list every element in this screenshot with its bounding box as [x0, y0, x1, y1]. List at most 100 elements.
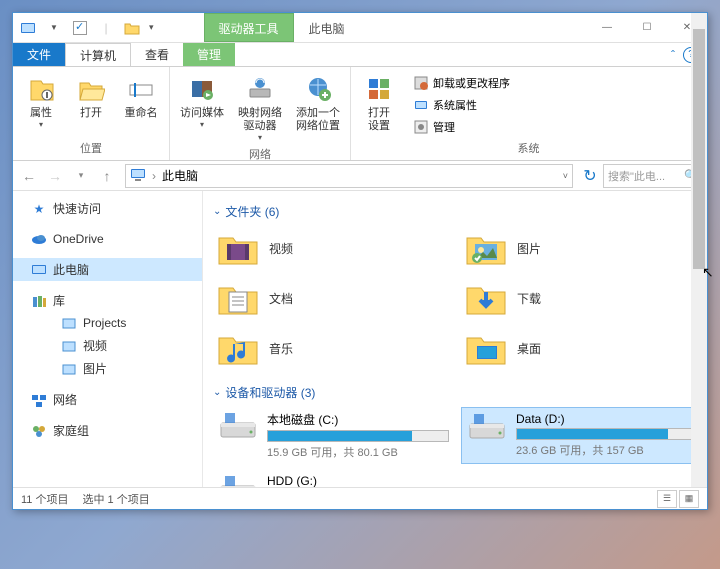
ribbon-system-properties-button[interactable]: 系统属性: [409, 95, 514, 115]
sidebar-item-homegroup[interactable]: 家庭组: [13, 419, 202, 442]
pictures-library-icon: [61, 361, 77, 377]
statusbar: 11 个项目 选中 1 个项目 ☰ ▦: [13, 487, 707, 509]
drive-usage-text: 23.6 GB 可用，共 157 GB: [516, 442, 696, 458]
folder-icon: [217, 230, 259, 266]
folder-icon: [217, 280, 259, 316]
ribbon-add-location-button[interactable]: 添加一个 网络位置: [294, 71, 342, 144]
system-menu-icon[interactable]: [17, 17, 39, 39]
ribbon-tabstrip: 文件 计算机 查看 管理 ˆ ?: [13, 43, 707, 67]
recent-locations-button[interactable]: ▾: [69, 164, 93, 188]
quick-access-toolbar: ▼ | ▾: [13, 17, 154, 39]
view-details-button[interactable]: ☰: [657, 490, 677, 508]
sidebar-item-network[interactable]: 网络: [13, 388, 202, 411]
up-button[interactable]: ↑: [95, 164, 119, 188]
tab-computer[interactable]: 计算机: [65, 43, 131, 66]
folder-icon: [465, 230, 507, 266]
settings-icon: [363, 73, 395, 105]
drive-item[interactable]: HDD (G:)502 GB 可用，共 833 GB: [213, 470, 453, 487]
minimize-button[interactable]: —: [587, 13, 627, 43]
qat-overflow-icon[interactable]: ▾: [149, 22, 154, 33]
manage-icon: [413, 119, 429, 135]
folder-label: 图片: [517, 240, 541, 257]
qat-dropdown-icon[interactable]: ▼: [43, 17, 65, 39]
ribbon-uninstall-button[interactable]: 卸载或更改程序: [409, 73, 514, 93]
folder-item-music[interactable]: 音乐: [213, 326, 453, 370]
maximize-button[interactable]: ☐: [627, 13, 667, 43]
search-input[interactable]: 搜索"此电...🔍: [603, 164, 703, 188]
ribbon-rename-button[interactable]: 重命名: [121, 71, 161, 138]
drive-usage-text: 15.9 GB 可用，共 80.1 GB: [267, 444, 449, 460]
ribbon-collapse-icon[interactable]: ˆ: [671, 48, 675, 62]
refresh-button[interactable]: ↻: [579, 166, 601, 186]
folder-icon: [217, 330, 259, 366]
ribbon-group-network: 访问媒体 ▾ 映射网络 驱动器 ▾ 添加一个 网络位置 网络: [170, 67, 351, 160]
drive-icon: [217, 474, 259, 487]
vertical-scrollbar[interactable]: [691, 191, 707, 487]
body: ★快速访问 OneDrive 此电脑 库 Projects 视频 图片 网络 家…: [13, 191, 707, 487]
breadcrumb-separator: ›: [152, 169, 156, 183]
chevron-down-icon: ⌄: [213, 387, 221, 398]
folder-label: 桌面: [517, 340, 541, 357]
libraries-icon: [31, 293, 47, 309]
explorer-window: ▼ | ▾ 驱动器工具 此电脑 — ☐ ✕ 文件 计算机 查看 管理 ˆ ?: [12, 12, 708, 510]
folder-label: 下载: [517, 290, 541, 307]
drive-icon: [217, 411, 259, 447]
status-item-count: 11 个项目: [21, 491, 68, 507]
ribbon-manage-button[interactable]: 管理: [409, 117, 514, 137]
star-icon: ★: [31, 201, 47, 217]
content-pane[interactable]: ⌄文件夹 (6) 视频 图片文档 下载音乐 桌面 ⌄设备和驱动器 (3) 本地磁盘 (…: [203, 191, 707, 487]
drive-item[interactable]: 本地磁盘 (C:) 15.9 GB 可用，共 80.1 GB: [213, 407, 453, 464]
onedrive-icon: [31, 231, 47, 247]
drive-item[interactable]: Data (D:)23.6 GB 可用，共 157 GB: [461, 407, 701, 464]
scrollbar-thumb[interactable]: [693, 191, 705, 269]
sidebar-item-quick-access[interactable]: ★快速访问: [13, 197, 202, 220]
properties-icon: [25, 73, 57, 105]
ribbon-properties-button[interactable]: 属性 ▾: [21, 71, 61, 138]
sidebar-item-onedrive[interactable]: OneDrive: [13, 228, 202, 250]
sidebar-item-thispc[interactable]: 此电脑: [13, 258, 202, 281]
status-selected-count: 选中 1 个项目: [82, 491, 149, 507]
contextual-tab-drive-tools[interactable]: 驱动器工具: [204, 13, 294, 42]
tab-file[interactable]: 文件: [13, 43, 65, 66]
ribbon-open-button[interactable]: 打开: [71, 71, 111, 138]
folder-icon: [465, 280, 507, 316]
ribbon-access-media-button[interactable]: 访问媒体 ▾: [178, 71, 226, 144]
access-media-icon: [186, 73, 218, 105]
section-folders-header[interactable]: ⌄文件夹 (6): [209, 199, 701, 226]
tab-manage[interactable]: 管理: [183, 43, 235, 66]
ribbon-map-drive-button[interactable]: 映射网络 驱动器 ▾: [236, 71, 284, 144]
ribbon-open-settings-button[interactable]: 打开 设置: [359, 71, 399, 138]
folder-item-documents[interactable]: 文档: [213, 276, 453, 320]
folder-item-desktop[interactable]: 桌面: [461, 326, 701, 370]
drive-icon: [466, 412, 508, 448]
back-button[interactable]: ←: [17, 164, 41, 188]
forward-button[interactable]: →: [43, 164, 67, 188]
ribbon-group-network-label: 网络: [178, 144, 342, 162]
navbar: ← → ▾ ↑ › 此电脑 ˅ ↻ 搜索"此电...🔍: [13, 161, 707, 191]
tab-view[interactable]: 查看: [131, 43, 183, 66]
sidebar-item-video[interactable]: 视频: [13, 334, 202, 357]
qat-new-folder-icon[interactable]: [121, 17, 143, 39]
folder-item-pictures[interactable]: 图片: [461, 226, 701, 270]
sidebar-item-projects[interactable]: Projects: [13, 312, 202, 334]
map-drive-icon: [244, 73, 276, 105]
window-title: 此电脑: [294, 13, 360, 42]
uninstall-icon: [413, 75, 429, 91]
section-drives-header[interactable]: ⌄设备和驱动器 (3): [209, 380, 701, 407]
view-thumbnails-button[interactable]: ▦: [679, 490, 699, 508]
sidebar-item-libraries[interactable]: 库: [13, 289, 202, 312]
library-icon: [61, 315, 77, 331]
drive-name: HDD (G:): [267, 474, 449, 487]
navigation-pane[interactable]: ★快速访问 OneDrive 此电脑 库 Projects 视频 图片 网络 家…: [13, 191, 203, 487]
sidebar-item-pictures[interactable]: 图片: [13, 357, 202, 380]
address-dropdown-icon[interactable]: ˅: [563, 171, 568, 181]
drive-name: 本地磁盘 (C:): [267, 411, 449, 428]
address-bar[interactable]: › 此电脑 ˅: [125, 164, 573, 188]
qat-properties-icon[interactable]: [69, 17, 91, 39]
qat-separator: |: [95, 17, 117, 39]
ribbon-group-system: 打开 设置 卸载或更改程序 系统属性 管理 系统: [351, 67, 707, 160]
folder-item-video[interactable]: 视频: [213, 226, 453, 270]
breadcrumb-thispc[interactable]: 此电脑: [162, 167, 198, 184]
open-icon: [75, 73, 107, 105]
folder-item-downloads[interactable]: 下载: [461, 276, 701, 320]
